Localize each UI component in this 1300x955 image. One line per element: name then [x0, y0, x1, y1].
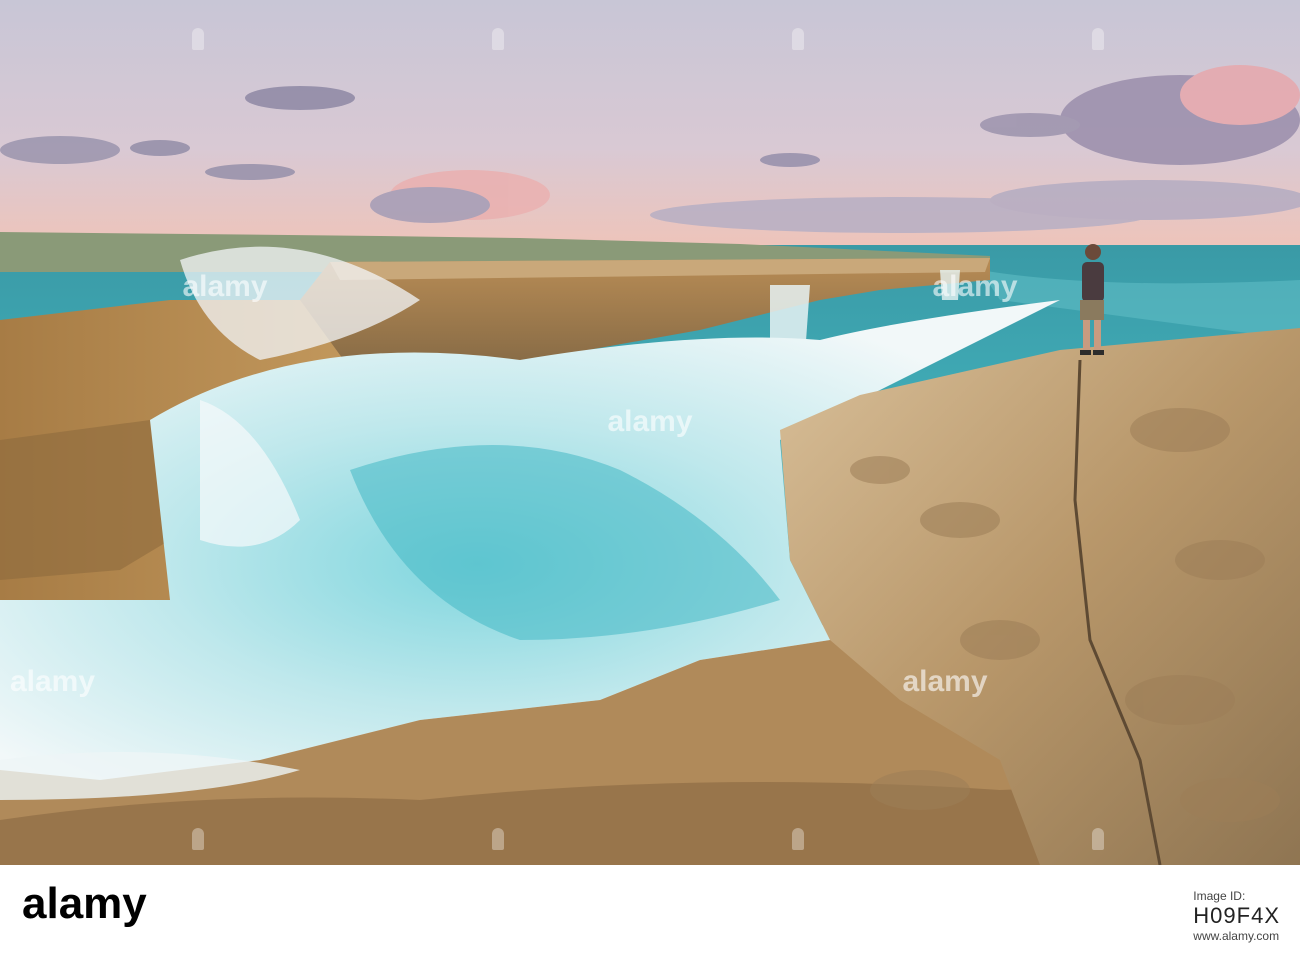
image-id-block: Image ID: H09F4X www.alamy.com — [1193, 889, 1280, 943]
watermark-mark — [792, 828, 804, 850]
site-url: www.alamy.com — [1193, 929, 1280, 943]
watermark-text: alamy — [607, 405, 693, 438]
photo: alamy alamy alamy alamy alamy — [0, 0, 1300, 865]
watermark-text: alamy — [932, 270, 1018, 303]
brand-name: alamy — [22, 879, 147, 928]
image-id-label: Image ID: — [1193, 889, 1246, 903]
watermark-text: alamy — [9, 665, 96, 698]
brand-logo: alamy — [22, 879, 147, 929]
watermark-text: alamy — [902, 665, 988, 698]
watermark-mark — [1092, 828, 1104, 850]
watermark-mark — [492, 28, 504, 50]
watermark-mark — [1092, 28, 1104, 50]
watermark-mark — [192, 28, 204, 50]
watermark-mark — [792, 28, 804, 50]
footer-bar: alamy Image ID: H09F4X www.alamy.com — [0, 865, 1300, 955]
watermark-mark — [492, 828, 504, 850]
image-id-value: H09F4X — [1193, 903, 1280, 928]
watermark-mark — [192, 828, 204, 850]
watermark-text: alamy — [182, 270, 268, 303]
